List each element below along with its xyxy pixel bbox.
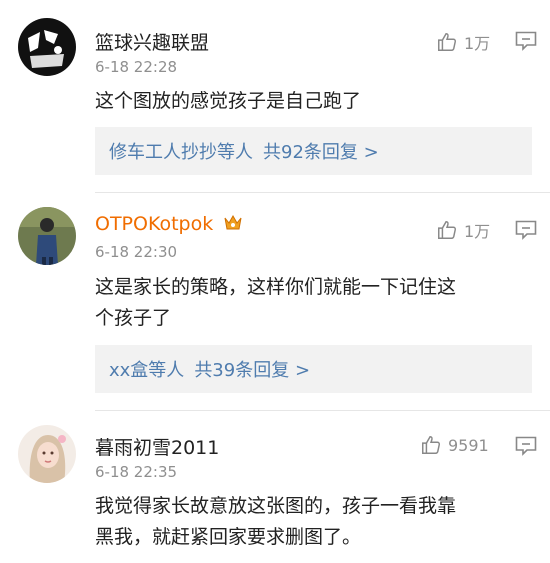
- reply-button[interactable]: [515, 31, 537, 55]
- like-button[interactable]: 1万: [436, 30, 490, 54]
- thumbs-up-icon: [438, 221, 457, 239]
- username[interactable]: 暮雨初雪2011: [95, 433, 219, 460]
- reply-button[interactable]: [515, 436, 537, 460]
- replies-link[interactable]: 修车工人抄抄等人 共92条回复 >: [95, 127, 532, 175]
- comment-time: 6-18 22:35: [95, 463, 178, 481]
- avatar[interactable]: [18, 18, 76, 76]
- reply-count: 共92条回复 >: [263, 142, 379, 163]
- comment-text-line: 黑我，就赶紧回家要求删图了。: [95, 526, 362, 548]
- comment-time: 6-18 22:30: [95, 243, 178, 261]
- username[interactable]: OTPOKotpok: [95, 213, 243, 237]
- comment-text-line: 我觉得家长故意放这张图的，孩子一看我靠: [95, 495, 457, 517]
- reply-button[interactable]: [515, 220, 537, 244]
- replies-link[interactable]: xx盒等人 共39条回复 >: [95, 345, 532, 393]
- thumbs-up-icon: [438, 33, 457, 51]
- vip-crown-icon: [223, 214, 243, 237]
- thumbs-up-icon: [422, 436, 441, 454]
- comment-text-line: 这是家长的策略，这样你们就能一下记住这: [95, 276, 457, 298]
- reply-users: xx盒等人: [109, 360, 185, 381]
- comment-item: 暮雨初雪2011 6-18 22:35 9591 我觉得家长故意放这张图的，孩子…: [0, 411, 550, 563]
- comment-text-line: 个孩子了: [95, 307, 172, 329]
- comment-item: OTPOKotpok 6-18 22:30 1万 这是家长的策略，这样你们就能一…: [0, 193, 550, 411]
- comment-item: 篮球兴趣联盟 6-18 22:28 1万 这个图放的感觉孩子是自己跑了 修车工人…: [0, 0, 550, 193]
- username[interactable]: 篮球兴趣联盟: [95, 28, 209, 55]
- comment-text: 这个图放的感觉孩子是自己跑了: [95, 90, 362, 112]
- comment-icon: [515, 436, 537, 456]
- like-count: 9591: [448, 435, 489, 455]
- comment-icon: [515, 220, 537, 240]
- like-button[interactable]: 1万: [436, 218, 490, 242]
- comment-time: 6-18 22:28: [95, 58, 178, 76]
- avatar[interactable]: [18, 425, 76, 483]
- comment-icon: [515, 31, 537, 51]
- like-count: 1万: [464, 222, 491, 241]
- comment-text: 这是家长的策略，这样你们就能一下记住这 个孩子了: [95, 272, 535, 334]
- reply-users: 修车工人抄抄等人: [109, 142, 253, 163]
- reply-count: 共39条回复 >: [194, 360, 311, 381]
- avatar[interactable]: [18, 207, 76, 265]
- like-count: 1万: [464, 34, 491, 53]
- like-button[interactable]: 9591: [420, 434, 489, 456]
- comment-text: 我觉得家长故意放这张图的，孩子一看我靠 黑我，就赶紧回家要求删图了。: [95, 491, 535, 553]
